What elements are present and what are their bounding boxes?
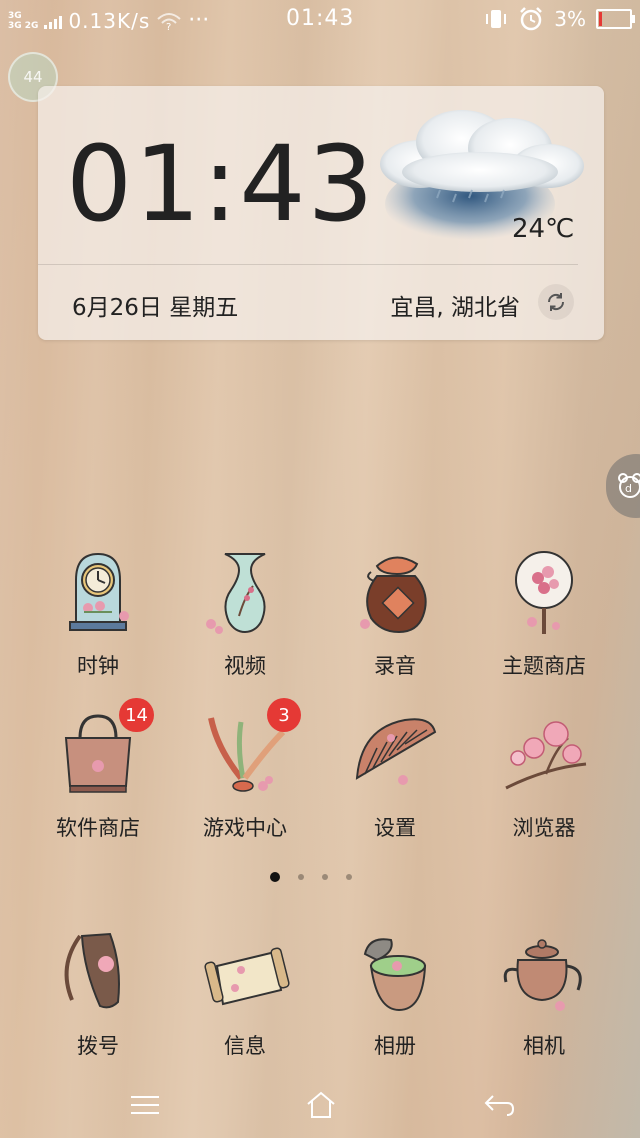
app-label: 相机: [523, 1034, 565, 1058]
page-dot: [322, 874, 328, 880]
temperature: 24℃: [512, 214, 575, 244]
app-label: 软件商店: [56, 816, 140, 840]
back-icon: [484, 1095, 515, 1116]
app-label: 浏览器: [512, 816, 576, 840]
app-label: 主题商店: [502, 654, 586, 678]
widget-divider: [38, 264, 578, 265]
whistle-icon: [64, 932, 120, 1009]
app-game-center[interactable]: 3 游戏中心: [175, 698, 315, 842]
back-button[interactable]: [474, 1086, 524, 1124]
network-speed: 0.13K/s: [68, 8, 151, 33]
bear-icon: d: [618, 473, 640, 498]
notification-badge: 3: [267, 698, 301, 732]
widget-time[interactable]: 01:43: [66, 132, 376, 236]
notification-badge: 14: [119, 698, 154, 732]
svg-text:d: d: [625, 482, 632, 495]
network-type: 3G 3G 2G: [8, 10, 39, 31]
vase-icon: [206, 553, 266, 634]
scroll-icon: [204, 947, 290, 1006]
navigation-bar: [0, 1072, 640, 1138]
app-label: 视频: [224, 654, 266, 678]
clock-weather-widget[interactable]: 01:43 24℃ 6月26日 星期五 宜昌, 湖北省: [38, 86, 604, 340]
app-software-store[interactable]: 14 软件商店: [28, 698, 168, 842]
battery-icon: [596, 9, 635, 29]
wifi-icon: ?: [157, 12, 181, 31]
app-label: 信息: [224, 1034, 266, 1058]
app-camera[interactable]: 相机: [474, 926, 614, 1060]
app-messages[interactable]: 信息: [175, 926, 315, 1060]
clock-icon: [69, 552, 129, 631]
home-icon: [307, 1091, 335, 1118]
app-dialer[interactable]: 拨号: [28, 926, 168, 1060]
app-clock[interactable]: 时钟: [28, 546, 168, 680]
app-label: 游戏中心: [203, 816, 287, 840]
menu-button[interactable]: [120, 1086, 170, 1124]
page-indicator: [270, 872, 352, 882]
round-fan-icon: [515, 551, 573, 634]
page-dot: [298, 874, 304, 880]
signal-icon: [44, 13, 63, 29]
refresh-icon: [547, 293, 565, 311]
svg-text:?: ?: [166, 22, 171, 31]
app-browser[interactable]: 浏览器: [474, 708, 614, 842]
app-label: 拨号: [77, 1034, 119, 1058]
menu-icon: [131, 1096, 159, 1114]
widget-location[interactable]: 宜昌, 湖北省: [390, 288, 520, 322]
home-button[interactable]: [296, 1086, 346, 1124]
app-label: 录音: [374, 654, 416, 678]
vibrate-icon: [486, 10, 507, 28]
status-bar: 3G 3G 2G 0.13K/s ? ··· 01:43 3%: [0, 0, 640, 42]
page-dot: [346, 874, 352, 880]
widget-date[interactable]: 6月26日 星期五: [72, 288, 238, 322]
app-theme-store[interactable]: 主题商店: [474, 546, 614, 680]
floating-assistant-tab[interactable]: d: [606, 454, 640, 518]
app-settings[interactable]: 设置: [325, 708, 465, 842]
tea-bowl-icon: [363, 938, 427, 1012]
teapot-icon: [503, 939, 582, 1011]
app-label: 时钟: [77, 654, 119, 678]
wine-jar-icon: [360, 556, 427, 634]
more-notifications-icon: ···: [188, 8, 210, 33]
battery-percent: 3%: [554, 7, 586, 31]
app-label: 相册: [374, 1034, 416, 1058]
app-recorder[interactable]: 录音: [325, 546, 465, 680]
app-label: 设置: [374, 816, 416, 840]
comb-icon: [355, 718, 437, 785]
status-clock: 01:43: [286, 6, 355, 31]
page-dot-active: [270, 872, 280, 882]
app-gallery[interactable]: 相册: [325, 926, 465, 1060]
refresh-weather-button[interactable]: [538, 284, 574, 320]
flower-branch-icon: [505, 721, 587, 790]
app-video[interactable]: 视频: [175, 546, 315, 680]
alarm-icon: [520, 7, 543, 31]
